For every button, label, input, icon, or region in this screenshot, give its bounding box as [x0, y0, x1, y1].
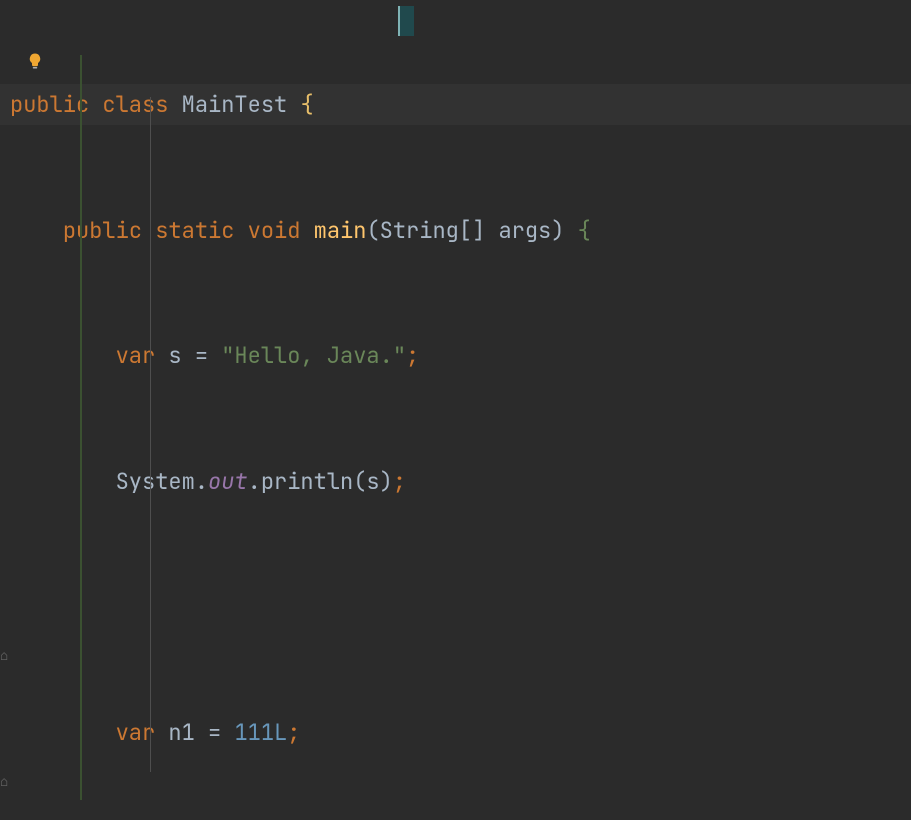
identifier: n1	[168, 718, 194, 747]
class-name: MainTest	[182, 90, 288, 119]
field: out	[208, 467, 248, 496]
operator: =	[195, 341, 208, 370]
gutter-marker-icon: ⌂	[0, 769, 8, 796]
code-line[interactable]: public static void main(String[] args) {	[0, 210, 911, 252]
brace: {	[578, 216, 591, 245]
code-line[interactable]: var n1 = 111L;	[0, 712, 911, 754]
method-name: main	[314, 216, 367, 245]
code-content[interactable]: public class MainTest { public static vo…	[0, 0, 911, 820]
code-line[interactable]: public class MainTest {	[0, 84, 911, 127]
code-line[interactable]: var s = "Hello, Java.";	[0, 335, 911, 377]
code-line[interactable]	[0, 586, 911, 628]
string-literal: "Hello, Java."	[221, 341, 406, 370]
text-cursor	[398, 6, 414, 36]
gutter-marker-icon: ⌂	[0, 643, 8, 670]
method-call: println	[261, 467, 353, 496]
code-editor[interactable]: ⌂ ⌂ public class MainTest { public stati…	[0, 0, 911, 820]
gutter: ⌂ ⌂	[0, 0, 60, 820]
semicolon: ;	[287, 718, 300, 747]
indent-guide	[150, 97, 151, 772]
semicolon: ;	[406, 341, 419, 370]
indent-guide	[80, 55, 82, 800]
class-ref: System	[116, 467, 195, 496]
bulb-icon[interactable]	[26, 52, 44, 70]
number-literal: 111L	[234, 718, 287, 747]
code-line[interactable]: System.out.println(s);	[0, 461, 911, 503]
keyword: void	[248, 216, 301, 245]
params: (String[] args)	[366, 216, 577, 245]
semicolon: ;	[393, 467, 406, 496]
keyword: class	[102, 90, 168, 119]
keyword: public	[63, 216, 142, 245]
identifier: s	[168, 341, 181, 370]
keyword: static	[155, 216, 234, 245]
brace: {	[300, 90, 313, 119]
